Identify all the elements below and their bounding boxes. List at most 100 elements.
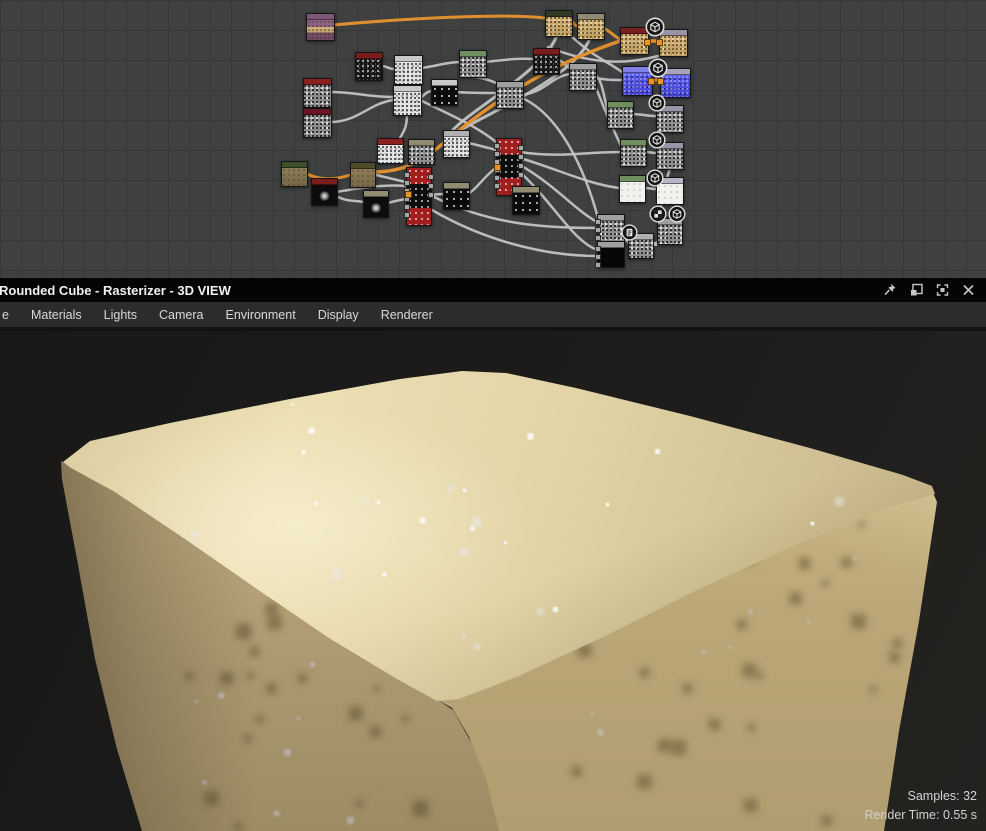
node-thumbnail — [409, 146, 434, 164]
graph-node-sand-2[interactable] — [577, 13, 605, 40]
texture-speckles — [0, 331, 1, 332]
orange-connector-dot[interactable] — [648, 78, 655, 85]
restore-window-icon[interactable] — [908, 282, 925, 298]
output-port[interactable] — [428, 174, 434, 180]
input-port[interactable] — [494, 183, 500, 189]
wire-gray — [432, 210, 597, 256]
input-port[interactable] — [595, 262, 601, 268]
node-thumbnail — [657, 112, 683, 132]
pin-icon[interactable] — [882, 282, 899, 298]
view-3d-cube-icon[interactable] — [648, 131, 666, 149]
graph-node-white-21[interactable] — [619, 175, 646, 203]
orange-connector-dot[interactable] — [657, 78, 664, 85]
orange-connector-dot[interactable] — [656, 39, 663, 46]
3d-viewport[interactable]: Samples: 32 Render Time: 0.55 s — [0, 331, 986, 831]
orange-connector-dot[interactable] — [494, 164, 501, 171]
input-port[interactable] — [404, 180, 410, 186]
node-thumbnail — [378, 145, 403, 163]
output-port[interactable] — [518, 145, 524, 151]
node-thumbnail — [444, 137, 469, 157]
close-icon[interactable] — [960, 282, 977, 298]
graph-node-noise-24[interactable] — [408, 139, 435, 165]
graph-node-blob-28[interactable] — [311, 178, 338, 206]
graph-node-noiselight-25[interactable] — [443, 130, 470, 158]
wire-gray — [421, 62, 459, 68]
input-port[interactable] — [404, 204, 410, 210]
input-port[interactable] — [494, 143, 500, 149]
graph-node-noise-10[interactable] — [303, 78, 332, 108]
graph-node-noise-13[interactable] — [496, 81, 524, 109]
graph-node-blackdots-12[interactable] — [431, 79, 458, 106]
graph-node-brown-27[interactable] — [350, 162, 376, 188]
menu-lights[interactable]: Lights — [93, 308, 148, 322]
node-thumbnail — [432, 86, 457, 105]
view-3d-cube-icon[interactable] — [648, 94, 666, 112]
menu-materials[interactable]: Materials — [20, 308, 93, 322]
samples-value: Samples: 32 — [864, 787, 977, 806]
menu-scene-partial[interactable]: e — [0, 308, 20, 322]
input-port[interactable] — [404, 212, 410, 218]
window-title: Rounded Cube - Rasterizer - 3D VIEW — [0, 283, 231, 298]
graph-node-noisedark-8[interactable] — [533, 48, 560, 75]
output-port[interactable] — [518, 154, 524, 160]
graph-node-brown-26[interactable] — [281, 161, 308, 187]
output-port[interactable] — [428, 183, 434, 189]
node-thumbnail — [513, 193, 539, 214]
menu-camera[interactable]: Camera — [148, 308, 214, 322]
graph-node-noise-19[interactable] — [620, 139, 647, 167]
input-port[interactable] — [494, 175, 500, 181]
menu-environment[interactable]: Environment — [215, 308, 307, 322]
wire-gray — [595, 78, 622, 80]
graph-node-noise-7[interactable] — [459, 50, 487, 78]
output-port[interactable] — [518, 172, 524, 178]
input-port[interactable] — [595, 246, 601, 252]
node-graph-canvas[interactable] — [0, 0, 986, 278]
graph-node-noiselight-11[interactable] — [393, 85, 422, 116]
graph-node-blob-29[interactable] — [363, 190, 389, 218]
graph-node-noise-14[interactable] — [303, 108, 332, 138]
graph-node-noiselight-6[interactable] — [394, 55, 423, 85]
orange-connector-dot[interactable] — [644, 39, 651, 46]
wire-gray — [336, 196, 363, 202]
input-port[interactable] — [494, 151, 500, 157]
node-thumbnail — [351, 169, 375, 187]
node-thumbnail — [570, 70, 596, 90]
export-document-icon[interactable] — [621, 224, 638, 241]
graph-node-noise-17[interactable] — [607, 101, 634, 129]
output-port[interactable] — [428, 192, 434, 198]
graph-node-noiselight-23[interactable] — [377, 138, 404, 164]
graph-node-sand-1[interactable] — [545, 10, 573, 37]
node-thumbnail — [307, 20, 334, 40]
orange-connector-dot[interactable] — [405, 191, 412, 198]
graph-node-blackdots-33[interactable] — [512, 186, 540, 215]
view-3d-cube-icon[interactable] — [645, 17, 665, 37]
view-3d-cube-icon[interactable] — [648, 58, 668, 78]
node-thumbnail — [395, 62, 422, 84]
graph-node-purplesand-0[interactable] — [306, 13, 335, 41]
graph-node-blackdots-31[interactable] — [443, 182, 470, 210]
node-thumbnail — [660, 36, 687, 56]
view-2d-texture-icon[interactable] — [649, 205, 667, 223]
input-port[interactable] — [404, 172, 410, 178]
graph-node-blackflat-37[interactable] — [597, 241, 625, 268]
menu-renderer[interactable]: Renderer — [370, 308, 444, 322]
graph-node-noise-9[interactable] — [569, 63, 597, 91]
node-thumbnail — [444, 189, 469, 209]
graph-node-noisedark-5[interactable] — [355, 52, 383, 81]
fullscreen-icon[interactable] — [934, 282, 951, 298]
output-port[interactable] — [518, 163, 524, 169]
view-3d-cube-icon[interactable] — [646, 169, 664, 187]
view-3d-cube-icon[interactable] — [668, 205, 686, 223]
input-port[interactable] — [595, 219, 601, 225]
wire-gray — [520, 152, 620, 155]
viewer-titlebar[interactable]: Rounded Cube - Rasterizer - 3D VIEW — [0, 278, 986, 302]
node-thumbnail — [578, 20, 604, 39]
input-port[interactable] — [595, 227, 601, 233]
node-thumbnail — [282, 168, 307, 186]
menu-display[interactable]: Display — [307, 308, 370, 322]
node-thumbnail — [534, 55, 559, 74]
node-thumbnail — [304, 115, 331, 137]
texture-speckles — [0, 331, 1, 332]
input-port[interactable] — [595, 254, 601, 260]
node-thumbnail — [460, 57, 486, 77]
